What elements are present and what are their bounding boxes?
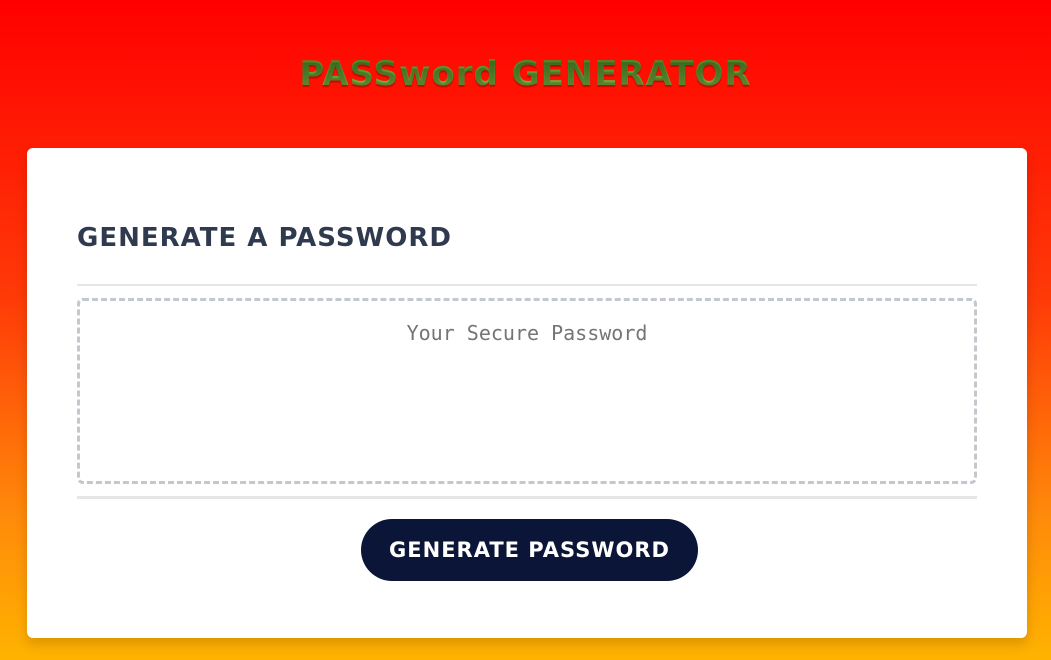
- card-title: GENERATE A PASSWORD: [77, 223, 452, 253]
- password-output-field[interactable]: [77, 298, 977, 484]
- app-title: PASSword GENERATOR: [0, 52, 1051, 96]
- card-footer: [77, 496, 977, 499]
- card-header: GENERATE A PASSWORD: [77, 218, 977, 286]
- password-card: GENERATE A PASSWORD GENERATE PASSWORD: [27, 148, 1027, 638]
- generate-password-button[interactable]: GENERATE PASSWORD: [361, 519, 698, 581]
